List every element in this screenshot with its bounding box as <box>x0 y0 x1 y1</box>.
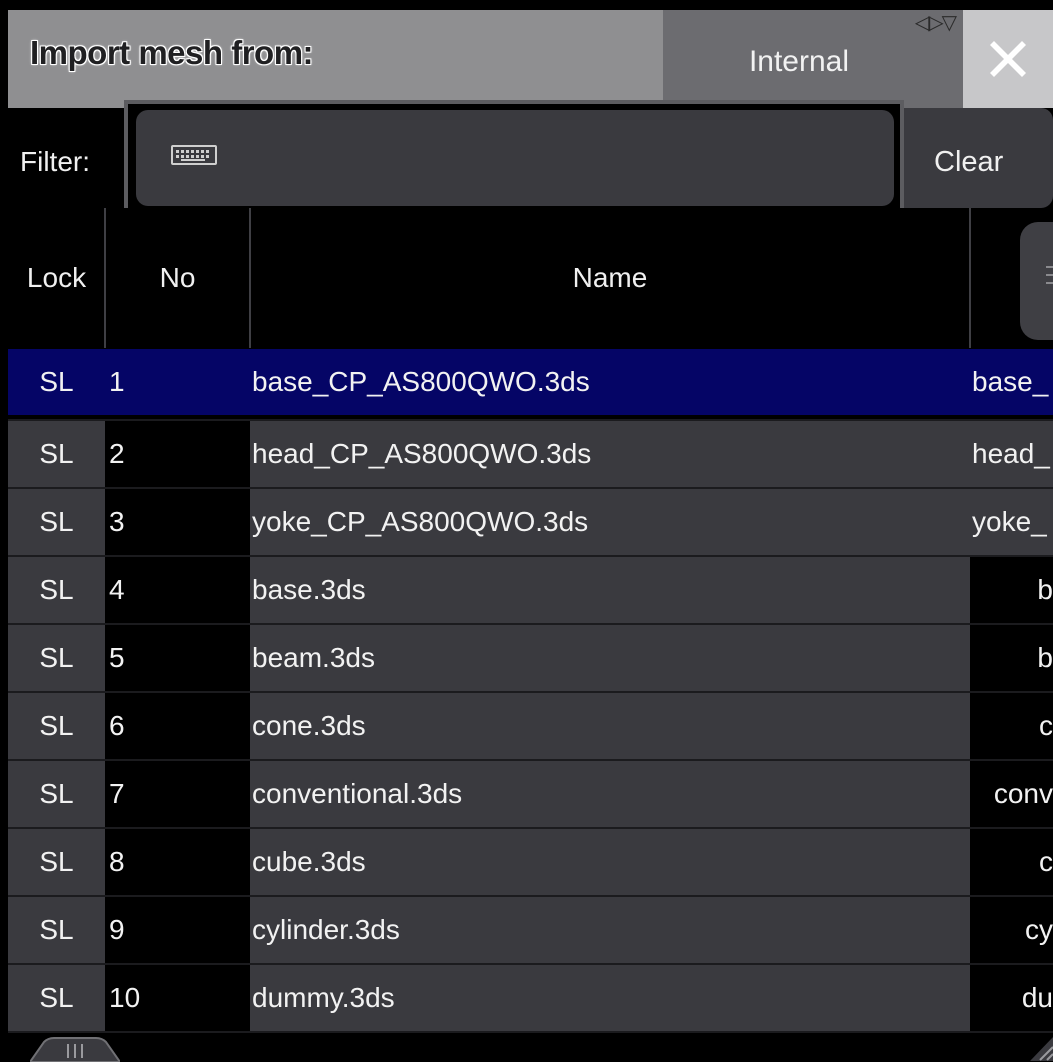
table-row[interactable]: SL 10 dummy.3ds du <box>8 965 1053 1031</box>
corner-resize-icon[interactable] <box>1030 1036 1053 1061</box>
clear-button-label: Clear <box>934 146 1004 178</box>
resize-handle-icon[interactable] <box>30 1036 120 1062</box>
row-divider <box>8 419 1053 421</box>
file-cell: cy <box>970 897 1053 963</box>
table-row[interactable]: SL 3 yoke_CP_AS800QWO.3ds yoke_ <box>8 489 1053 555</box>
table-row[interactable]: SL 8 cube.3ds c <box>8 829 1053 895</box>
no-cell: 2 <box>105 421 250 487</box>
lock-cell: SL <box>8 693 105 759</box>
lock-cell: SL <box>8 625 105 691</box>
file-cell: conv <box>970 761 1053 827</box>
lock-cell: SL <box>8 421 105 487</box>
file-cell: yoke_ <box>970 489 1053 555</box>
lock-cell: SL <box>8 965 105 1031</box>
table-row[interactable]: SL 2 head_CP_AS800QWO.3ds head_ <box>8 421 1053 487</box>
no-cell: 7 <box>105 761 250 827</box>
table-row[interactable]: SL 1 base_CP_AS800QWO.3ds base_ <box>8 349 1053 415</box>
name-cell: base_CP_AS800QWO.3ds <box>250 349 970 415</box>
table-row[interactable]: SL 4 base.3ds b <box>8 557 1053 623</box>
no-cell: 5 <box>105 625 250 691</box>
column-divider <box>969 208 971 348</box>
row-divider <box>8 1031 1053 1033</box>
row-divider <box>8 555 1053 557</box>
row-divider <box>8 487 1053 489</box>
lock-cell: SL <box>8 349 105 415</box>
table-row[interactable]: SL 9 cylinder.3ds cy <box>8 897 1053 963</box>
filter-input[interactable] <box>136 110 894 206</box>
lock-cell: SL <box>8 829 105 895</box>
dialog-title: Import mesh from: <box>30 34 314 71</box>
file-cell: c <box>970 693 1053 759</box>
file-cell: base_ <box>970 349 1053 415</box>
row-divider <box>8 963 1053 965</box>
no-cell: 3 <box>105 489 250 555</box>
keyboard-icon[interactable] <box>171 145 217 165</box>
name-cell: head_CP_AS800QWO.3ds <box>250 421 970 487</box>
encoder-arrows-icon: ◁▷▽ <box>914 12 957 34</box>
file-cell: b <box>970 557 1053 623</box>
table-row[interactable]: SL 6 cone.3ds c <box>8 693 1053 759</box>
menu-lines-icon <box>1046 266 1053 284</box>
name-cell: dummy.3ds <box>250 965 970 1031</box>
name-cell: cube.3ds <box>250 829 970 895</box>
file-cell: head_ <box>970 421 1053 487</box>
close-button[interactable] <box>963 10 1053 108</box>
file-cell: c <box>970 829 1053 895</box>
name-cell: beam.3ds <box>250 625 970 691</box>
row-divider <box>8 691 1053 693</box>
column-header-name[interactable]: Name <box>250 208 970 348</box>
table-row[interactable]: SL 5 beam.3ds b <box>8 625 1053 691</box>
close-icon <box>990 41 1026 77</box>
column-header-no[interactable]: No <box>105 208 250 348</box>
import-source-label: Internal <box>748 45 850 78</box>
lock-cell: SL <box>8 489 105 555</box>
no-cell: 8 <box>105 829 250 895</box>
name-cell: conventional.3ds <box>250 761 970 827</box>
filter-label: Filter: <box>20 146 90 177</box>
name-cell: base.3ds <box>250 557 970 623</box>
file-cell: du <box>970 965 1053 1031</box>
import-source-button[interactable]: Internal ◁▷▽ <box>663 10 963 108</box>
row-divider <box>8 623 1053 625</box>
no-cell: 1 <box>105 349 250 415</box>
no-cell: 10 <box>105 965 250 1031</box>
column-divider <box>104 208 106 348</box>
file-cell: b <box>970 625 1053 691</box>
lock-cell: SL <box>8 897 105 963</box>
lock-cell: SL <box>8 761 105 827</box>
name-cell: cone.3ds <box>250 693 970 759</box>
table-row[interactable]: SL 7 conventional.3ds conv <box>8 761 1053 827</box>
column-header-lock[interactable]: Lock <box>8 208 105 348</box>
name-cell: yoke_CP_AS800QWO.3ds <box>250 489 970 555</box>
row-divider <box>8 759 1053 761</box>
no-cell: 4 <box>105 557 250 623</box>
row-divider <box>8 895 1053 897</box>
row-divider <box>8 827 1053 829</box>
lock-cell: SL <box>8 557 105 623</box>
name-cell: cylinder.3ds <box>250 897 970 963</box>
column-divider <box>249 208 251 348</box>
no-cell: 9 <box>105 897 250 963</box>
no-cell: 6 <box>105 693 250 759</box>
